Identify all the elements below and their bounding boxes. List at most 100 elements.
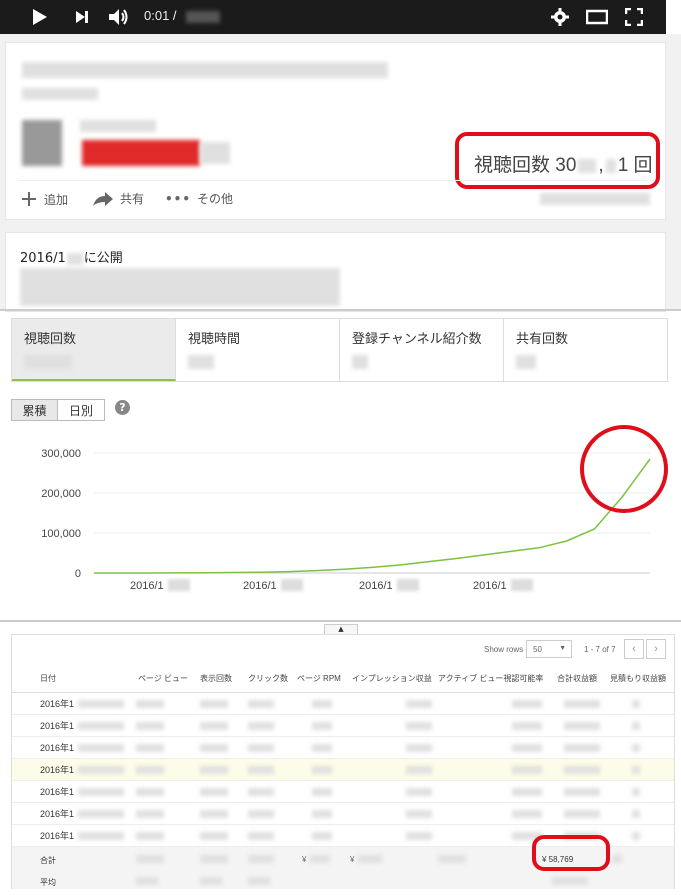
show-rows-label: Show rows [484, 645, 524, 654]
volume-button[interactable] [106, 0, 132, 34]
plus-icon [22, 192, 36, 206]
row-value-blurred [248, 810, 274, 818]
like-dislike-blurred[interactable] [540, 193, 650, 205]
video-subtitle-blurred [22, 88, 98, 100]
tab-shares-label: 共有回数 [516, 332, 569, 347]
channel-name-blurred[interactable] [80, 120, 156, 132]
tab-subscribers[interactable]: 登録チャンネル紹介数 [340, 319, 504, 381]
x-tick-blurred [168, 579, 190, 591]
row-value-blurred [564, 744, 600, 752]
row-value-blurred [512, 700, 542, 708]
row-value-blurred [200, 788, 228, 796]
table-row[interactable]: 2016年1 [12, 693, 674, 715]
toggle-daily[interactable]: 日別 [57, 399, 105, 421]
play-button[interactable] [28, 0, 52, 34]
tab-watch-time-value-blurred [188, 355, 214, 369]
row-value-blurred [406, 810, 432, 818]
collapse-handle[interactable]: ▲ [324, 624, 358, 634]
next-page-button[interactable]: › [646, 639, 666, 659]
row-value-blurred [136, 832, 164, 840]
tab-shares[interactable]: 共有回数 [504, 319, 667, 381]
share-arrow-icon [93, 191, 113, 206]
row-date-blurred [78, 700, 124, 708]
show-rows-value: 50 [533, 645, 542, 654]
prev-page-button[interactable]: ‹ [624, 639, 644, 659]
row-value-blurred [136, 766, 164, 774]
x-tick-label: 2016/1 [130, 580, 164, 592]
add-button[interactable]: 追加 [20, 190, 68, 208]
more-label: その他 [197, 192, 234, 206]
row-value-blurred [200, 832, 228, 840]
row-value-blurred [406, 700, 432, 708]
description-blurred [20, 268, 340, 306]
tab-subscribers-label: 登録チャンネル紹介数 [352, 332, 482, 347]
row-value-blurred [312, 810, 332, 818]
share-button[interactable]: 共有 [92, 190, 144, 207]
row-value-blurred [312, 788, 332, 796]
views-series-line [94, 458, 651, 574]
row-value-blurred [136, 722, 164, 730]
row-date: 2016年1 [40, 765, 75, 775]
channel-avatar[interactable] [22, 120, 62, 166]
fullscreen-button[interactable] [622, 0, 646, 34]
chevron-right-icon: › [654, 643, 658, 655]
header-impression-revenue[interactable]: インプレッション収益 [352, 665, 432, 693]
header-total-revenue[interactable]: 合計収益額 [557, 665, 597, 693]
publish-date-prefix: 2016/1 [20, 251, 66, 266]
x-tick-blurred [511, 579, 533, 591]
theater-mode-button[interactable] [584, 0, 610, 34]
header-impressions[interactable]: 表示回数 [200, 665, 232, 693]
row-value-blurred [564, 788, 600, 796]
tab-views[interactable]: 視聴回数 [12, 319, 176, 381]
row-value-blurred [248, 722, 274, 730]
row-value-blurred [564, 722, 600, 730]
header-estimated-revenue[interactable]: 見積もり収益額 [610, 665, 666, 693]
row-value-blurred [200, 700, 228, 708]
toggle-cumulative[interactable]: 累積 [11, 399, 58, 421]
publish-date-blurred [66, 252, 83, 265]
row-value-blurred [312, 722, 332, 730]
add-label: 追加 [44, 192, 69, 207]
y-tick-label: 0 [75, 568, 81, 580]
table-row[interactable]: 2016年1 [12, 759, 674, 781]
row-value-blurred [512, 744, 542, 752]
tab-watch-time[interactable]: 視聴時間 [176, 319, 340, 381]
header-clicks[interactable]: クリック数 [248, 665, 288, 693]
next-button[interactable] [70, 0, 94, 34]
total-rpm-currency: ¥ [302, 855, 307, 864]
row-value-blurred [406, 788, 432, 796]
total-clicks-blurred [248, 855, 274, 863]
row-value-blurred [312, 744, 332, 752]
header-active-view[interactable]: アクティブ ビュー視認可能率 [438, 665, 543, 693]
x-tick-blurred [397, 579, 419, 591]
table-row[interactable]: 2016年1 [12, 737, 674, 759]
y-tick-label: 100,000 [41, 528, 81, 540]
settings-button[interactable] [548, 0, 572, 34]
table-row[interactable]: 2016年1 [12, 781, 674, 803]
show-rows-select[interactable]: 50 ▼ [526, 640, 572, 658]
fullscreen-icon [625, 8, 643, 26]
row-value-blurred [200, 722, 228, 730]
header-page-rpm[interactable]: ページ RPM [297, 665, 341, 693]
section-divider [0, 309, 681, 311]
time-display: 0:01 / [144, 8, 177, 23]
row-value-blurred [512, 766, 542, 774]
more-button[interactable]: ••• その他 [165, 190, 233, 207]
total-impression-revenue-currency: ¥ [350, 855, 355, 864]
table-row[interactable]: 2016年1 [12, 803, 674, 825]
tab-views-value-blurred [24, 355, 72, 369]
table-row[interactable]: 2016年1 [12, 715, 674, 737]
gear-icon [551, 8, 569, 26]
header-pageviews[interactable]: ページ ビュー [138, 665, 188, 693]
row-value-blurred [406, 722, 432, 730]
header-date[interactable]: 日付 [40, 665, 56, 693]
row-value-blurred [632, 810, 640, 818]
help-icon[interactable]: ? [115, 400, 130, 415]
highlight-circle-chart [580, 425, 668, 513]
subscribe-button[interactable] [82, 140, 200, 166]
row-value-blurred [312, 700, 332, 708]
row-value-blurred [248, 788, 274, 796]
average-label: 平均 [40, 878, 56, 887]
row-value-blurred [632, 766, 640, 774]
row-value-blurred [248, 766, 274, 774]
